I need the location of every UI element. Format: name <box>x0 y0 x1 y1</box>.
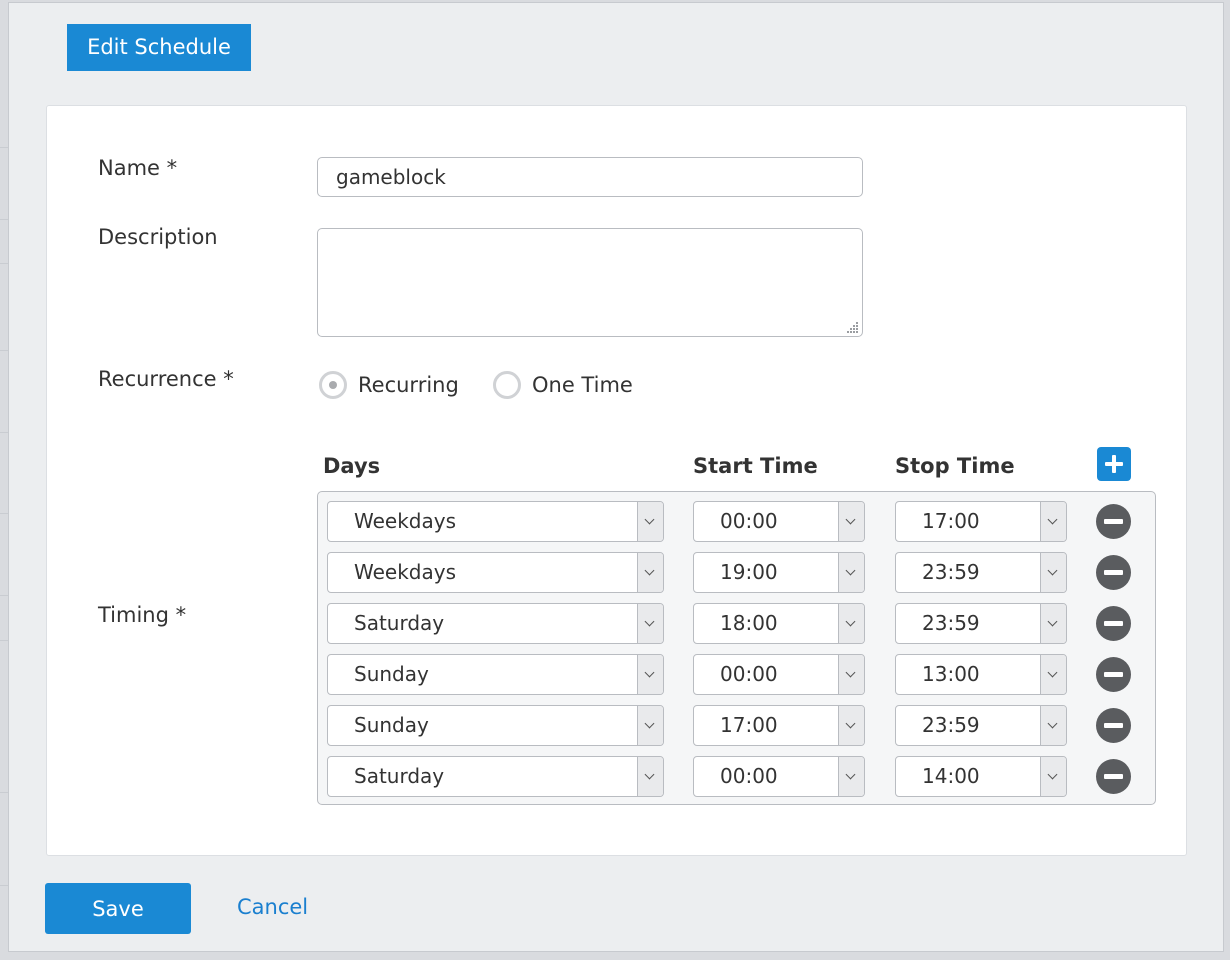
chevron-down-icon <box>838 604 864 643</box>
chevron-down-icon <box>1040 757 1066 796</box>
recurring-option[interactable]: Recurring <box>319 370 459 400</box>
chevron-down-icon <box>637 655 663 694</box>
chevron-down-icon <box>838 706 864 745</box>
remove-row-button[interactable] <box>1096 759 1131 794</box>
stop-time-column-header: Stop Time <box>895 454 1015 478</box>
chevron-down-icon <box>838 655 864 694</box>
days-select[interactable]: Weekdays <box>327 501 664 542</box>
recurring-radio[interactable] <box>319 371 347 399</box>
timing-row: Sunday 00:00 13:00 <box>318 654 1155 696</box>
chevron-down-icon <box>1040 553 1066 592</box>
chevron-down-icon <box>1040 502 1066 541</box>
chevron-down-icon <box>637 502 663 541</box>
chevron-down-icon <box>838 757 864 796</box>
chevron-down-icon <box>637 757 663 796</box>
remove-row-button[interactable] <box>1096 606 1131 641</box>
name-input[interactable] <box>317 157 863 197</box>
timing-table: Weekdays 00:00 17:00 Weekdays 19:00 23:5… <box>317 491 1156 805</box>
days-select[interactable]: Weekdays <box>327 552 664 593</box>
resize-grip-icon[interactable] <box>847 321 859 333</box>
cancel-link[interactable]: Cancel <box>237 895 308 919</box>
form-panel: Name * Description Recurrence * Recurrin… <box>46 105 1187 856</box>
start-time-select[interactable]: 18:00 <box>693 603 865 644</box>
chevron-down-icon <box>1040 655 1066 694</box>
timing-row: Weekdays 00:00 17:00 <box>318 501 1155 543</box>
chevron-down-icon <box>838 502 864 541</box>
recurrence-label: Recurrence * <box>98 367 234 391</box>
start-time-column-header: Start Time <box>693 454 818 478</box>
timing-row: Saturday 00:00 14:00 <box>318 756 1155 798</box>
timing-row: Saturday 18:00 23:59 <box>318 603 1155 645</box>
one-time-radio[interactable] <box>493 371 521 399</box>
stop-time-select[interactable]: 23:59 <box>895 552 1067 593</box>
stop-time-select[interactable]: 23:59 <box>895 705 1067 746</box>
start-time-select[interactable]: 19:00 <box>693 552 865 593</box>
add-timing-row-button[interactable] <box>1097 447 1131 481</box>
timing-label: Timing * <box>98 603 187 627</box>
timing-row: Sunday 17:00 23:59 <box>318 705 1155 747</box>
days-select[interactable]: Sunday <box>327 705 664 746</box>
start-time-select[interactable]: 00:00 <box>693 756 865 797</box>
chevron-down-icon <box>637 706 663 745</box>
chevron-down-icon <box>637 604 663 643</box>
start-time-select[interactable]: 00:00 <box>693 501 865 542</box>
days-select[interactable]: Saturday <box>327 603 664 644</box>
timing-row: Weekdays 19:00 23:59 <box>318 552 1155 594</box>
one-time-label: One Time <box>532 373 633 397</box>
stop-time-select[interactable]: 13:00 <box>895 654 1067 695</box>
stop-time-select[interactable]: 23:59 <box>895 603 1067 644</box>
recurring-label: Recurring <box>358 373 459 397</box>
days-column-header: Days <box>323 454 381 478</box>
days-select[interactable]: Sunday <box>327 654 664 695</box>
stop-time-select[interactable]: 14:00 <box>895 756 1067 797</box>
start-time-select[interactable]: 17:00 <box>693 705 865 746</box>
description-label: Description <box>98 225 218 249</box>
name-label: Name * <box>98 156 178 180</box>
stop-time-select[interactable]: 17:00 <box>895 501 1067 542</box>
chevron-down-icon <box>637 553 663 592</box>
remove-row-button[interactable] <box>1096 657 1131 692</box>
one-time-option[interactable]: One Time <box>493 370 633 400</box>
chevron-down-icon <box>1040 706 1066 745</box>
dialog-title: Edit Schedule <box>67 24 251 71</box>
remove-row-button[interactable] <box>1096 504 1131 539</box>
chevron-down-icon <box>1040 604 1066 643</box>
days-select[interactable]: Saturday <box>327 756 664 797</box>
remove-row-button[interactable] <box>1096 708 1131 743</box>
remove-row-button[interactable] <box>1096 555 1131 590</box>
save-button[interactable]: Save <box>45 883 191 934</box>
edit-schedule-dialog: Edit Schedule Name * Description Recurre… <box>8 2 1224 952</box>
start-time-select[interactable]: 00:00 <box>693 654 865 695</box>
chevron-down-icon <box>838 553 864 592</box>
description-textarea[interactable] <box>317 228 863 337</box>
